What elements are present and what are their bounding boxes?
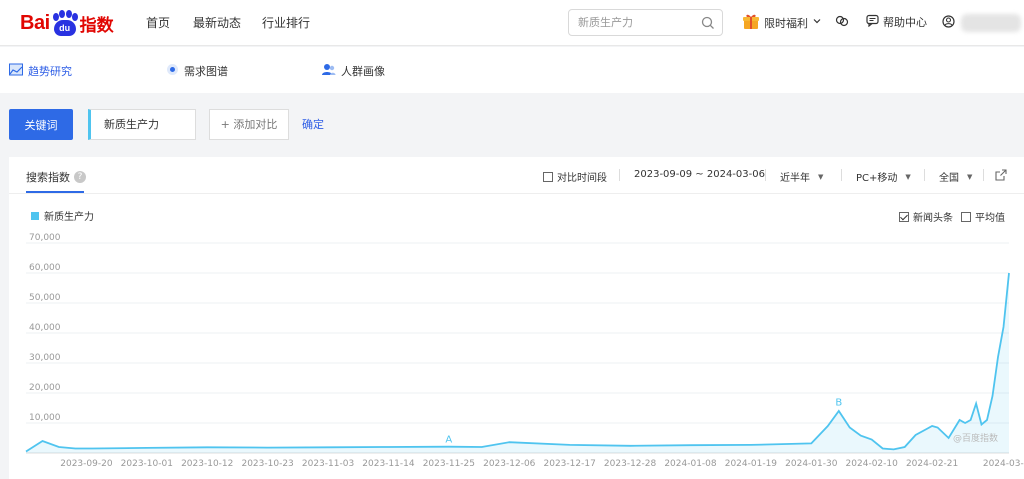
paw-icon: du xyxy=(51,10,79,36)
nav-latest-news[interactable]: 最新动态 xyxy=(193,14,241,31)
y-tick-label: 40,000 xyxy=(29,323,61,333)
confirm-link[interactable]: 确定 xyxy=(302,116,324,132)
x-tick-label: 2024-03-06 xyxy=(983,459,1024,469)
x-tick-label: 2023-10-01 xyxy=(121,459,173,469)
add-compare-button[interactable]: + 添加对比 xyxy=(209,109,289,140)
search-icon[interactable] xyxy=(701,16,715,33)
logo-pad-text: du xyxy=(53,20,76,36)
help-label: 帮助中心 xyxy=(883,16,927,29)
x-tick-label: 2024-02-10 xyxy=(846,459,899,469)
x-tick-label: 2023-12-28 xyxy=(604,459,657,469)
logo-text-bai: Bai xyxy=(20,11,50,34)
x-tick-label: 2023-09-20 xyxy=(60,459,113,469)
logo-text-zhishu: 指数 xyxy=(79,15,114,36)
trend-chart-icon xyxy=(9,63,23,79)
y-tick-label: 30,000 xyxy=(29,353,61,363)
y-tick-label: 10,000 xyxy=(29,413,61,423)
x-tick-label: 2023-11-03 xyxy=(302,459,354,469)
y-tick-label: 20,000 xyxy=(29,383,61,393)
tab-crowd-profile-label: 人群画像 xyxy=(341,65,385,78)
search-input[interactable] xyxy=(569,10,687,35)
y-tick-label: 60,000 xyxy=(29,263,61,273)
baidu-index-logo[interactable]: Bai du 指数 xyxy=(20,8,114,38)
username-blurred xyxy=(961,14,1021,32)
x-tick-label: 2024-01-30 xyxy=(785,459,838,469)
top-nav: Bai du 指数 首页 最新动态 行业排行 限时福利 帮助中 xyxy=(0,0,1024,46)
keyword-field[interactable]: 新质生产力 xyxy=(88,109,196,140)
tab-demand-graph-label: 需求图谱 xyxy=(184,65,228,78)
promo-menu[interactable]: 限时福利 xyxy=(742,12,822,33)
sub-nav: 趋势研究 需求图谱 人群画像 xyxy=(0,47,1024,93)
user-menu[interactable] xyxy=(942,14,1021,32)
user-avatar-icon xyxy=(942,15,955,31)
chevron-down-icon xyxy=(812,16,822,29)
share-link-icon[interactable] xyxy=(835,14,849,31)
x-tick-label: 2024-02-21 xyxy=(906,459,958,469)
search-index-chart[interactable]: 10,000 20,000 30,000 40,000 50,000 60,000 70,0… xyxy=(9,157,1024,479)
help-center[interactable]: 帮助中心 xyxy=(866,14,927,30)
x-tick-label: 2024-01-19 xyxy=(725,459,778,469)
x-tick-label: 2023-11-14 xyxy=(362,459,415,469)
x-tick-label: 2023-11-25 xyxy=(423,459,475,469)
gift-icon xyxy=(742,12,760,33)
y-tick-label: 50,000 xyxy=(29,293,61,303)
x-tick-label: 2023-12-17 xyxy=(544,459,596,469)
tab-trend-research-label: 趋势研究 xyxy=(28,65,72,78)
watermark-text: @百度指数 xyxy=(953,432,998,444)
keyword-button[interactable]: 关键词 xyxy=(9,109,73,140)
series-line xyxy=(25,272,1010,453)
x-tick-label: 2023-10-12 xyxy=(181,459,233,469)
tab-trend-research[interactable]: 趋势研究 xyxy=(9,63,72,79)
x-tick-label: 2024-01-08 xyxy=(664,459,717,469)
news-marker-a[interactable]: A xyxy=(445,434,452,445)
tab-demand-graph[interactable]: 需求图谱 xyxy=(166,63,228,79)
target-icon xyxy=(166,63,179,79)
x-tick-label: 2023-12-06 xyxy=(483,459,536,469)
message-icon xyxy=(866,14,879,30)
tab-crowd-profile[interactable]: 人群画像 xyxy=(321,63,385,79)
search-box xyxy=(568,9,723,36)
y-tick-label: 70,000 xyxy=(29,233,61,243)
nav-industry-ranking[interactable]: 行业排行 xyxy=(262,14,310,31)
news-marker-b[interactable]: B xyxy=(835,398,842,409)
x-tick-label: 2023-10-23 xyxy=(241,459,293,469)
promo-label: 限时福利 xyxy=(764,16,808,30)
nav-home[interactable]: 首页 xyxy=(146,14,170,31)
search-index-card: 搜索指数 ? 对比时间段 2023-09-09 ~ 2024-03-06 近半年… xyxy=(9,157,1024,479)
people-icon xyxy=(321,63,336,79)
